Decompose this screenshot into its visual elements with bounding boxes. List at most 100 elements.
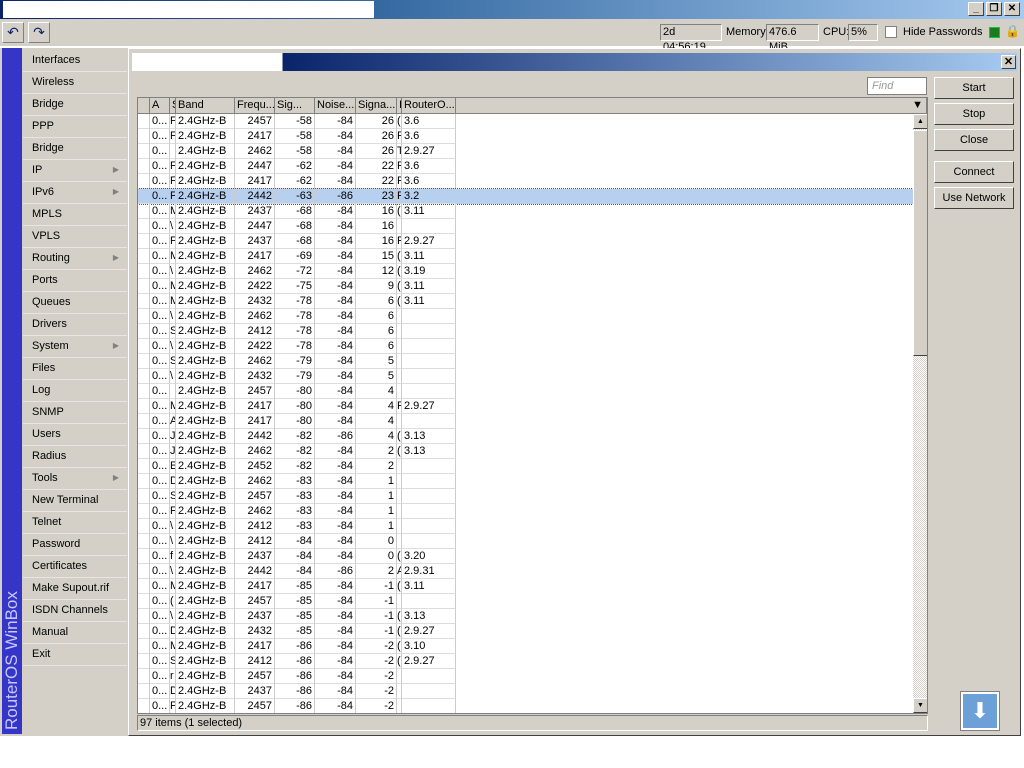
menu-item-tools[interactable]: Tools ▶: [23, 468, 127, 490]
table-row[interactable]: 0...S2.4GHz-B2412-86-84-2(2.9.27: [138, 654, 913, 669]
table-row[interactable]: 0...E2.4GHz-B2452-82-842: [138, 459, 913, 474]
menu-item-mpls[interactable]: MPLS: [23, 204, 127, 226]
table-cell: -84: [315, 609, 356, 624]
table-row[interactable]: 0...S2.4GHz-B2462-79-845: [138, 354, 913, 369]
column-header[interactable]: Signa...: [356, 98, 397, 114]
table-row[interactable]: 0...F2.4GHz-B2447-62-8422F3.6: [138, 159, 913, 174]
minimize-button[interactable]: _: [968, 2, 984, 16]
table-row[interactable]: 0...F2.4GHz-B2457-58-8426(3.6: [138, 114, 913, 129]
close-button-panel[interactable]: Close: [934, 129, 1014, 151]
table-row[interactable]: 0...S2.4GHz-B2412-78-846: [138, 324, 913, 339]
table-row[interactable]: 0...S2.4GHz-B2457-83-841: [138, 489, 913, 504]
column-header[interactable]: Frequ...: [235, 98, 275, 114]
stop-button[interactable]: Stop: [934, 103, 1014, 125]
table-row[interactable]: 0...M2.4GHz-B2437-68-8416(3.11: [138, 204, 913, 219]
table-row[interactable]: 0...A2.4GHz-B2417-80-844: [138, 414, 913, 429]
hide-passwords-label[interactable]: Hide Passwords: [903, 26, 982, 38]
menu-item-wireless[interactable]: Wireless: [23, 72, 127, 94]
scroll-up-button[interactable]: ▲: [913, 114, 927, 129]
row-gutter: [138, 114, 150, 129]
column-header[interactable]: Band: [176, 98, 235, 114]
menu-item-ports[interactable]: Ports: [23, 270, 127, 292]
menu-item-radius[interactable]: Radius: [23, 446, 127, 468]
table-row[interactable]: 0...D2.4GHz-B2437-86-84-2: [138, 684, 913, 699]
table-row[interactable]: 0...D2.4GHz-B2462-83-841: [138, 474, 913, 489]
table-row[interactable]: 0... 2.4GHz-B 2457 -80 -84 4: [138, 384, 913, 399]
menu-item-vpls[interactable]: VPLS: [23, 226, 127, 248]
table-row[interactable]: 0...M2.4GHz-B2422-75-849(3.11: [138, 279, 913, 294]
table-cell: 2.4GHz-B: [176, 294, 235, 309]
table-row[interactable]: 0... f 2.4GHz-B 2437 -84 -84 0(3.20: [138, 549, 913, 564]
menu-item-password[interactable]: Password: [23, 534, 127, 556]
table-row[interactable]: 0... \ 2.4GHz-B 2412 -84 -84 0: [138, 534, 913, 549]
menu-item-queues[interactable]: Queues: [23, 292, 127, 314]
redo-button[interactable]: ↷: [28, 22, 50, 43]
menu-item-log[interactable]: Log: [23, 380, 127, 402]
menu-item-files[interactable]: Files: [23, 358, 127, 380]
column-header[interactable]: RouterO...: [402, 98, 456, 114]
table-row[interactable]: 0...D2.4GHz-B2432-85-84-1(2.9.27: [138, 624, 913, 639]
table-row[interactable]: 0...M2.4GHz-B2417-69-8415(3.11: [138, 249, 913, 264]
menu-item-ppp[interactable]: PPP: [23, 116, 127, 138]
column-header[interactable]: Sig...: [275, 98, 315, 114]
table-row[interactable]: 0... \ 2.4GHz-B 2432 -79 -84 5: [138, 369, 913, 384]
table-row[interactable]: 0...(2.4GHz-B 2457 -85 -84 -1: [138, 594, 913, 609]
table-row[interactable]: 0... \ 2.4GHz-B 2462 -78 -84 6: [138, 309, 913, 324]
menu-item-make-supout-rif[interactable]: Make Supout.rif: [23, 578, 127, 600]
table-row[interactable]: 0... \ 2.4GHz-B 2462 -72 -84 12(3.19: [138, 264, 913, 279]
table-row[interactable]: 0...F2.4GHz-B2442-63-8623F3.2: [138, 188, 914, 205]
table-row[interactable]: 0... \ 2.4GHz-B 2447 -68 -84 16: [138, 219, 913, 234]
table-row[interactable]: 0...F2.4GHz-B2437-68-8416F2.9.27: [138, 234, 913, 249]
table-row[interactable]: 0... J 2.4GHz-B 2442 -82 -86 4(3.13: [138, 429, 913, 444]
table-row[interactable]: 0...M2.4GHz-B2432-78-846(3.11: [138, 294, 913, 309]
menu-item-exit[interactable]: Exit: [23, 644, 127, 666]
menu-item-routing[interactable]: Routing ▶: [23, 248, 127, 270]
table-row[interactable]: 0...\2.4GHz-B2442-84-862A2.9.31: [138, 564, 913, 579]
table-row[interactable]: 0...F2.4GHz-B2417-62-8422F3.6: [138, 174, 913, 189]
menu-item-telnet[interactable]: Telnet: [23, 512, 127, 534]
column-chooser-button[interactable]: ▼: [456, 98, 927, 114]
download-icon[interactable]: ⬇: [960, 691, 1000, 731]
menu-item-ip[interactable]: IP ▶: [23, 160, 127, 182]
column-header[interactable]: Noise...: [315, 98, 356, 114]
menu-item-drivers[interactable]: Drivers: [23, 314, 127, 336]
menu-item-ipv6[interactable]: IPv6 ▶: [23, 182, 127, 204]
table-row[interactable]: 0...F2.4GHz-B2462-83-841: [138, 504, 913, 519]
use-network-button[interactable]: Use Network: [934, 187, 1014, 209]
table-row[interactable]: 0...F2.4GHz-B2457-86-84-2: [138, 699, 913, 713]
table-cell: 2.4GHz-B: [176, 114, 235, 129]
menu-item-users[interactable]: Users: [23, 424, 127, 446]
restore-button[interactable]: ❐: [986, 2, 1002, 16]
table-row[interactable]: 0... \ 2.4GHz-B 2412 -83 -84 1: [138, 519, 913, 534]
undo-button[interactable]: ↶: [2, 22, 24, 43]
table-row[interactable]: 0... J 2.4GHz-B 2462 -82 -84 2(3.13: [138, 444, 913, 459]
table-row[interactable]: 0...2.4GHz-B2462-58-8426T2.9.27: [138, 144, 913, 159]
hide-passwords-checkbox[interactable]: [885, 26, 897, 38]
menu-item-bridge[interactable]: Bridge: [23, 138, 127, 160]
menu-item-certificates[interactable]: Certificates: [23, 556, 127, 578]
menu-item-bridge[interactable]: Bridge: [23, 94, 127, 116]
vertical-scrollbar[interactable]: ▲ ▼: [913, 114, 927, 713]
column-header[interactable]: A: [150, 98, 170, 114]
table-row[interactable]: 0... r 2.4GHz-B 2457 -86 -84 -2: [138, 669, 913, 684]
start-button[interactable]: Start: [934, 77, 1014, 99]
menu-item-snmp[interactable]: SNMP: [23, 402, 127, 424]
table-row[interactable]: 0...M2.4GHz-B2417-85-84-1(3.11: [138, 579, 913, 594]
menu-item-manual[interactable]: Manual: [23, 622, 127, 644]
close-button[interactable]: ✕: [1004, 2, 1020, 16]
table-row[interactable]: 0... \ 2.4GHz-B 2437 -85 -84 -1(3.13: [138, 609, 913, 624]
scroll-down-button[interactable]: ▼: [913, 698, 927, 713]
table-cell: -2: [356, 699, 397, 713]
menu-item-interfaces[interactable]: Interfaces: [23, 50, 127, 72]
menu-item-system[interactable]: System ▶: [23, 336, 127, 358]
table-row[interactable]: 0...M2.4GHz-B2417-80-844F2.9.27: [138, 399, 913, 414]
scroll-thumb[interactable]: [913, 130, 927, 356]
window-close-button[interactable]: ✕: [1001, 55, 1016, 69]
find-input[interactable]: Find: [867, 77, 927, 95]
menu-item-new-terminal[interactable]: New Terminal: [23, 490, 127, 512]
connect-button[interactable]: Connect: [934, 161, 1014, 183]
table-row[interactable]: 0...M2.4GHz-B2417-86-84-2(3.10: [138, 639, 913, 654]
table-row[interactable]: 0... \ 2.4GHz-B 2422 -78 -84 6: [138, 339, 913, 354]
table-row[interactable]: 0...F2.4GHz-B2417-58-8426F3.6: [138, 129, 913, 144]
menu-item-isdn-channels[interactable]: ISDN Channels: [23, 600, 127, 622]
